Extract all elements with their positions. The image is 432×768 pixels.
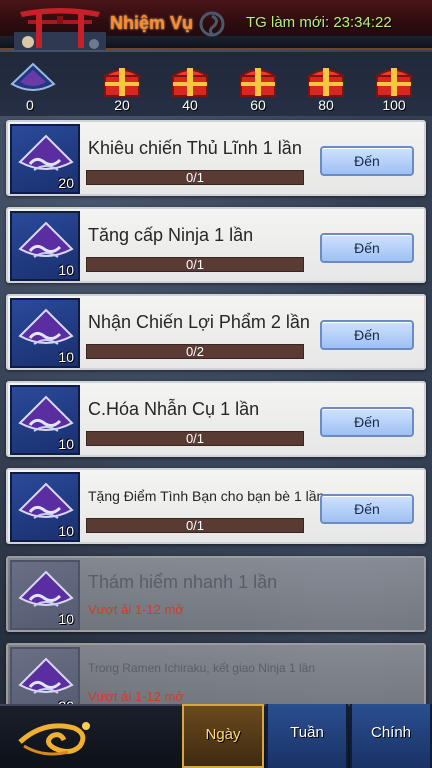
go-button[interactable]: Đến [320, 146, 414, 176]
quest-name: Tặng Điểm Tình Bạn cho bạn bè 1 lần [88, 488, 325, 504]
spiral-emblem-icon[interactable] [14, 712, 96, 764]
quest-unlock-requirement: Vượt ải 1-12 mở [88, 689, 184, 704]
reward-chest-threshold: 100 [382, 97, 406, 113]
quest-name: Nhận Chiến Lợi Phẩm 2 lần [88, 312, 310, 332]
reward-chest-icon[interactable] [306, 64, 346, 98]
quest-progress-text: 0/1 [185, 257, 205, 272]
quest-card: 10 Tặng Điểm Tình Bạn cho bạn bè 1 lần 0/1… [6, 468, 426, 544]
go-button[interactable]: Đến [320, 233, 414, 263]
quest-name: Thám hiểm nhanh 1 lần [88, 572, 278, 592]
quest-name: Trong Ramen Ichiraku, kết giao Ninja 1 l… [88, 661, 316, 675]
fan-icon [18, 570, 74, 607]
reward-progress-bar [0, 52, 432, 116]
reward-chest-threshold: 80 [318, 97, 334, 113]
quest-card: 10 Tăng cấp Ninja 1 lần 0/1 Đến [6, 207, 426, 283]
quest-progress-bar: 0/1 [86, 170, 304, 185]
quest-reward-count: 10 [58, 436, 74, 452]
quest-card: 10 Nhận Chiến Lợi Phẩm 2 lần 0/2 Đến [6, 294, 426, 370]
fan-icon [18, 482, 74, 519]
quest-reward-icon: 10 [10, 560, 80, 630]
quest-reward-icon: 10 [10, 385, 80, 455]
fan-icon [18, 657, 74, 694]
go-button[interactable]: Đến [320, 407, 414, 437]
fan-icon [18, 395, 74, 432]
quest-progress-bar: 0/1 [86, 257, 304, 272]
reward-chest-threshold: 40 [182, 97, 198, 113]
quest-unlock-requirement: Vượt ải 1-12 mở [88, 602, 184, 617]
fan-points-icon [10, 62, 56, 91]
quest-reward-count: 20 [58, 175, 74, 191]
quest-progress-text: 0/1 [185, 431, 205, 446]
go-button[interactable]: Đến [320, 320, 414, 350]
quest-reward-icon: 20 [10, 124, 80, 194]
swirl-emblem-icon [199, 11, 225, 37]
quest-reward-icon: 10 [10, 211, 80, 281]
quest-progress-text: 0/1 [185, 170, 205, 185]
reward-points-value: 0 [26, 97, 34, 113]
quest-progress-text: 0/1 [185, 518, 205, 533]
tab-day[interactable]: Ngày [182, 704, 264, 768]
fan-icon [18, 221, 74, 258]
quest-reward-count: 10 [58, 523, 74, 539]
reward-chest-threshold: 60 [250, 97, 266, 113]
quest-progress-bar: 0/1 [86, 431, 304, 446]
go-button[interactable]: Đến [320, 494, 414, 524]
refresh-timer: TG làm mới: 23:34:22 [246, 14, 392, 31]
quest-card: 20 Khiêu chiến Thủ Lĩnh 1 lần 0/1 Đến [6, 120, 426, 196]
reward-chest-threshold: 20 [114, 97, 130, 113]
quest-progress-text: 0/2 [185, 344, 205, 359]
tab-week[interactable]: Tuần [266, 704, 348, 768]
quest-name: Tăng cấp Ninja 1 lần [88, 225, 254, 245]
tab-main[interactable]: Chính [350, 704, 432, 768]
reward-chest-icon[interactable] [374, 64, 414, 98]
reward-chest-icon[interactable] [170, 64, 210, 98]
quest-reward-icon: 10 [10, 472, 80, 542]
torii-gate-icon [14, 8, 106, 50]
quest-reward-count: 10 [58, 349, 74, 365]
quest-progress-bar: 0/2 [86, 344, 304, 359]
reward-chest-icon[interactable] [238, 64, 278, 98]
quest-card: 10 Thám hiểm nhanh 1 lần Vượt ải 1-12 mở [6, 556, 426, 632]
quest-reward-count: 10 [58, 262, 74, 278]
quest-progress-bar: 0/1 [86, 518, 304, 533]
quest-reward-icon: 10 [10, 298, 80, 368]
quest-name: Khiêu chiến Thủ Lĩnh 1 lần [88, 138, 302, 158]
page-title: Nhiệm Vụ [110, 13, 194, 33]
quest-card: 10 C.Hóa Nhẫn Cụ 1 lần 0/1 Đến [6, 381, 426, 457]
fan-icon [18, 134, 74, 171]
reward-chest-icon[interactable] [102, 64, 142, 98]
quest-name: C.Hóa Nhẫn Cụ 1 lần [88, 399, 260, 419]
quest-reward-count: 10 [58, 611, 74, 627]
fan-icon [18, 308, 74, 345]
